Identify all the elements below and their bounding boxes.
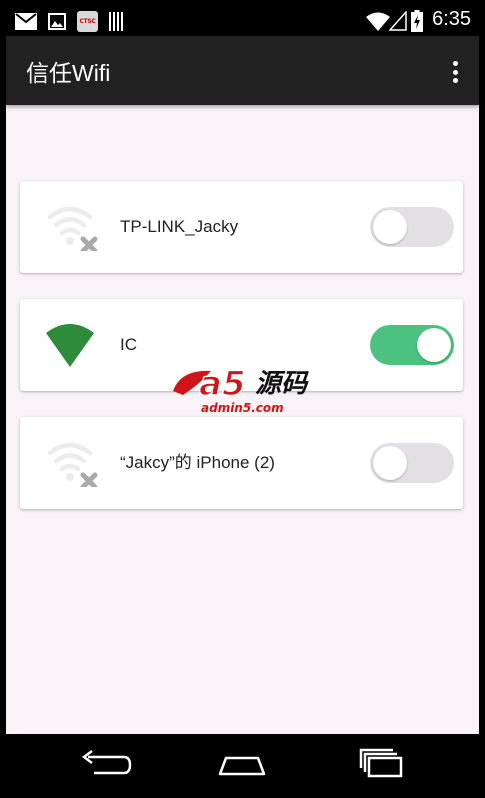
network-card-1: TP-LINK_Jacky (20, 181, 463, 273)
network-name: IC (120, 335, 137, 354)
recents-icon[interactable] (351, 748, 411, 780)
trust-toggle[interactable] (370, 443, 454, 483)
trust-toggle[interactable] (370, 325, 454, 365)
app-toolbar: 信任Wifi (6, 36, 479, 105)
status-bar: CTSC 6:35 (6, 6, 479, 36)
carrier-icon: CTSC (77, 11, 98, 32)
page-title: 信任Wifi (26, 60, 111, 86)
menu-dot (452, 69, 458, 75)
back-icon[interactable] (74, 748, 134, 780)
barcode-icon (109, 12, 123, 31)
toggle-knob (373, 446, 407, 480)
image-icon (48, 13, 66, 30)
menu-dot (452, 61, 458, 66)
watermark-logo: a5 源码 admin5.com (171, 361, 321, 421)
toggle-knob (373, 210, 407, 244)
trust-toggle[interactable] (370, 207, 454, 247)
wifi-icon (366, 12, 390, 31)
wifi-connected-icon (46, 324, 94, 367)
mail-icon (15, 13, 37, 30)
overflow-menu-icon[interactable] (447, 58, 463, 86)
status-time: 6:35 (432, 8, 471, 30)
network-name: TP-LINK_Jacky (120, 217, 239, 236)
network-name: “Jakcy”的 iPhone (2) (120, 453, 275, 472)
watermark-text: 源码 (255, 369, 308, 399)
svg-text:a5: a5 (199, 364, 246, 404)
navigation-bar (6, 734, 479, 792)
network-card-3: “Jakcy”的 iPhone (2) (20, 417, 463, 509)
home-icon[interactable] (212, 748, 272, 780)
app-frame: CTSC 6:35 信任Wifi TP-LINK_Jacky IC “Jakcy… (6, 6, 479, 792)
toggle-knob (417, 328, 451, 362)
wifi-disconnected-icon (47, 206, 98, 251)
menu-dot (452, 78, 458, 83)
watermark-url: admin5.com (201, 401, 284, 415)
wifi-disconnected-icon (47, 442, 98, 487)
battery-icon (411, 10, 423, 32)
signal-icon (389, 11, 407, 31)
